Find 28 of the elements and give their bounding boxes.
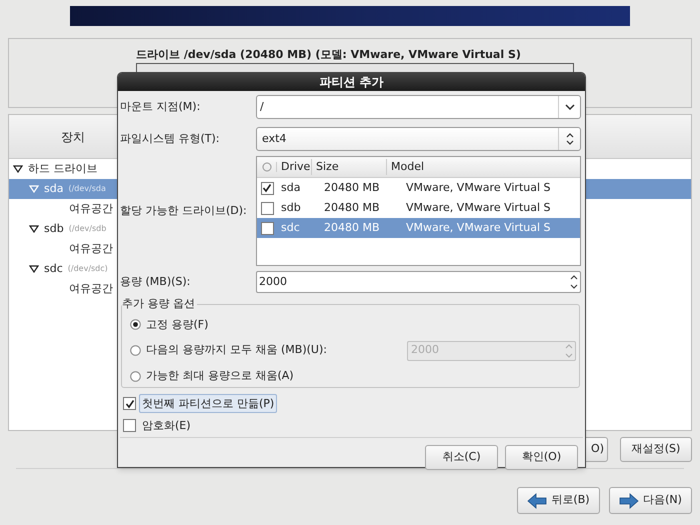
spin-value: 2000 [410, 342, 440, 358]
table-cell-text: VMware, VMware Virtual S [405, 200, 552, 216]
device-path: (/dev/sdc) [68, 263, 108, 275]
table-cell-text: sdb [280, 200, 302, 216]
table-cell-text: 20480 MB [323, 180, 381, 196]
field-label: 마운트 지점(M): [120, 98, 202, 115]
tree-label: sda [44, 180, 64, 197]
field-label: 용량 (MB)(S): [120, 274, 192, 290]
field-label: 파일시스템 유형(T): [120, 130, 221, 147]
select-value: ext4 [261, 130, 288, 147]
device-path: (/dev/sdb [68, 223, 106, 235]
table-cell-text: VMware, VMware Virtual S [405, 220, 552, 236]
field-label: 할당 가능한 드라이브(D): [120, 202, 248, 219]
device-path: (/dev/sda [68, 183, 106, 195]
table-cell-text: 20480 MB [323, 200, 381, 216]
tree-label: sdc [44, 260, 63, 277]
table-cell-text: VMware, VMware Virtual S [405, 180, 552, 196]
spin-value: 2000 [258, 274, 288, 290]
table-cell-text: sdc [280, 220, 301, 236]
tree-label: 하드 드라이브 [28, 160, 98, 177]
dialog-title: 파티션 추가 [118, 73, 585, 91]
combo-value: / [259, 98, 265, 115]
tree-label: sdb [44, 220, 64, 237]
table-cell-text: sda [280, 180, 302, 196]
table-cell-text: 20480 MB [323, 220, 381, 236]
tree-label: 여유공간 [69, 240, 113, 257]
drive-title: 드라이브 /dev/sda (20480 MB) (모델: VMware, VMware Virtual S) [136, 48, 521, 62]
group-title: 추가 용량 옵션 [122, 297, 197, 311]
